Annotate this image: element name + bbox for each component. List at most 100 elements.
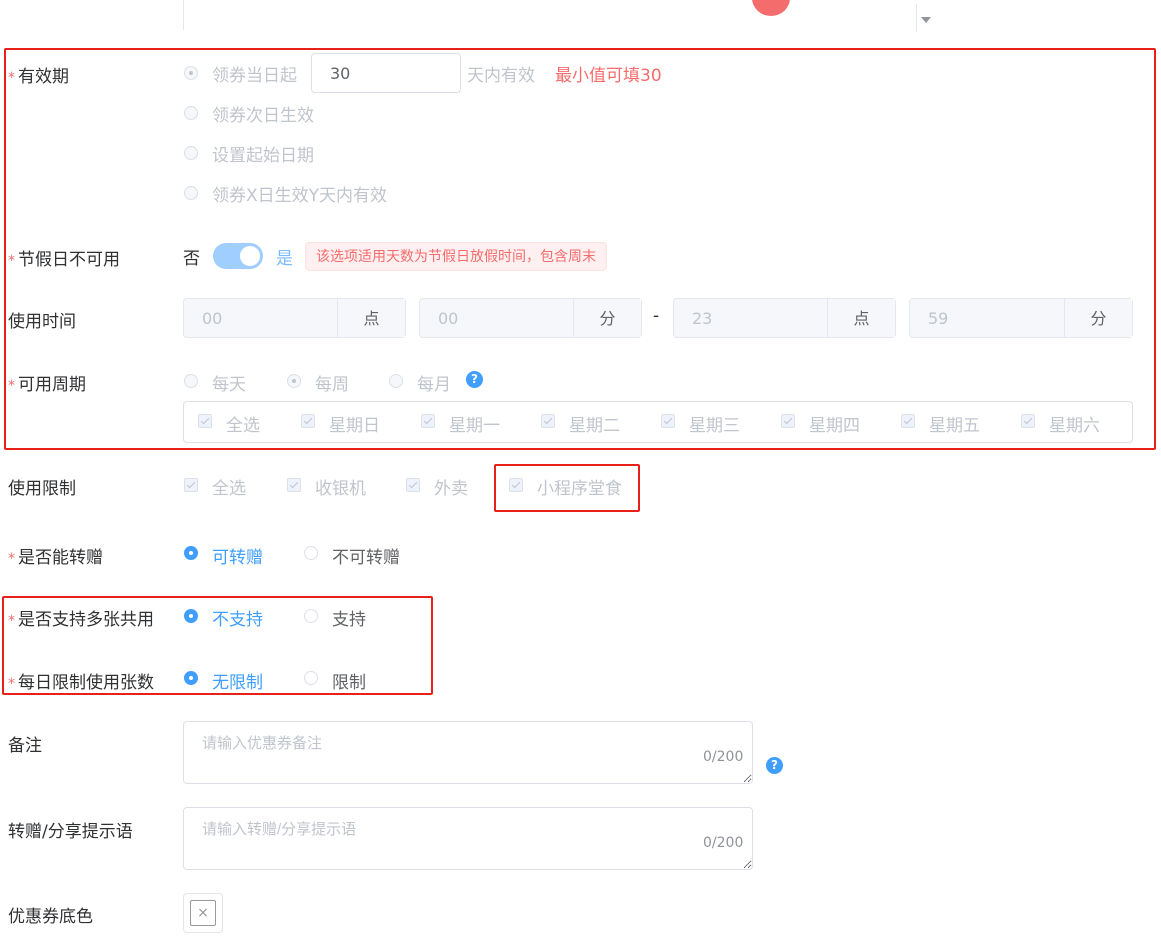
weekday-label: 星期四	[809, 416, 860, 436]
end-minute-input[interactable]: 59 分	[909, 298, 1133, 338]
weekday-label: 星期五	[929, 416, 980, 436]
required-mark: *	[8, 551, 15, 567]
select-divider	[916, 4, 917, 32]
minute-unit: 分	[1064, 299, 1132, 337]
validity-radio-x-y[interactable]	[184, 186, 198, 200]
time-separator: -	[653, 306, 660, 326]
transfer-label: * 是否能转赠	[8, 548, 103, 568]
use-time-label: 使用时间	[8, 312, 76, 332]
caret-down-icon[interactable]	[921, 17, 931, 23]
validity-option-label: 设置起始日期	[212, 146, 314, 166]
start-hour-value: 00	[202, 309, 223, 328]
start-hour-input[interactable]: 00 点	[183, 298, 406, 338]
end-hour-value: 23	[692, 309, 713, 328]
color-dot	[752, 0, 790, 16]
start-minute-value: 00	[438, 309, 459, 328]
usage-option-label: 收银机	[315, 479, 366, 499]
required-mark: *	[8, 676, 15, 692]
multi-use-label: * 是否支持多张共用	[8, 610, 154, 630]
validity-option-label: 领券当日起	[212, 66, 297, 86]
transfer-option-label: 不可转赠	[332, 548, 400, 568]
transfer-option-label: 可转赠	[212, 548, 263, 568]
validity-radio-next-day[interactable]	[184, 106, 198, 120]
period-radio-daily[interactable]	[184, 374, 198, 388]
minute-unit: 分	[573, 299, 641, 337]
weekday-checkbox[interactable]	[661, 414, 675, 428]
required-mark: *	[8, 70, 15, 86]
weekday-checkbox[interactable]	[198, 414, 212, 428]
validity-days-suffix: 天内有效	[467, 66, 535, 86]
share-tip-label: 转赠/分享提示语	[8, 822, 133, 842]
weekday-label: 星期二	[569, 416, 620, 436]
transfer-radio-no[interactable]	[304, 546, 318, 560]
weekday-checkbox[interactable]	[301, 414, 315, 428]
usage-limit-label: 使用限制	[8, 479, 76, 499]
bg-color-label: 优惠券底色	[8, 907, 93, 927]
share-tip-char-count: 0/200	[703, 835, 744, 851]
usage-option-label: 小程序堂食	[537, 479, 622, 499]
multi-use-radio-yes[interactable]	[304, 609, 318, 623]
remark-char-count: 0/200	[703, 749, 744, 765]
daily-limit-option-label: 限制	[332, 673, 366, 693]
end-minute-value: 59	[928, 309, 949, 328]
remark-label: 备注	[8, 736, 42, 756]
holiday-label: * 节假日不可用	[8, 250, 120, 270]
validity-radio-same-day[interactable]	[184, 66, 198, 80]
help-icon[interactable]: ?	[466, 371, 483, 388]
validity-days-value: 30	[330, 64, 351, 83]
usage-checkbox-takeout[interactable]	[406, 478, 420, 492]
hour-unit: 点	[827, 299, 895, 337]
start-minute-input[interactable]: 00 分	[419, 298, 642, 338]
daily-limit-label: * 每日限制使用张数	[8, 673, 154, 693]
validity-label: * 有效期	[8, 67, 69, 87]
period-option-label: 每周	[315, 375, 349, 395]
weekday-checkbox[interactable]	[781, 414, 795, 428]
validity-hint: 最小值可填30	[555, 66, 662, 86]
holiday-on-text: 是	[276, 249, 293, 269]
required-mark: *	[8, 378, 15, 394]
usage-checkbox-pos[interactable]	[287, 478, 301, 492]
holiday-tip-tag: 该选项适用天数为节假日放假时间，包含周末	[305, 242, 607, 271]
toggle-knob	[240, 246, 260, 266]
remark-textarea[interactable]	[183, 721, 753, 784]
period-option-label: 每天	[212, 375, 246, 395]
multi-use-option-label: 支持	[332, 610, 366, 630]
share-tip-textarea[interactable]	[183, 807, 753, 870]
weekday-checkbox[interactable]	[901, 414, 915, 428]
weekday-label: 星期一	[449, 416, 500, 436]
holiday-toggle[interactable]	[213, 243, 263, 269]
period-label: * 可用周期	[8, 375, 86, 395]
multi-use-option-label: 不支持	[212, 610, 263, 630]
required-mark: *	[8, 613, 15, 629]
help-icon[interactable]: ?	[766, 757, 783, 774]
required-mark: *	[8, 253, 15, 269]
weekday-label: 全选	[226, 416, 260, 436]
validity-days-input[interactable]: 30	[311, 53, 461, 93]
usage-checkbox-miniprogram[interactable]	[509, 478, 523, 492]
period-radio-monthly[interactable]	[389, 374, 403, 388]
weekday-label: 星期日	[329, 416, 380, 436]
validity-option-label: 领券X日生效Y天内有效	[212, 186, 388, 206]
hour-unit: 点	[337, 299, 405, 337]
color-picker[interactable]: ×	[183, 893, 223, 933]
daily-limit-radio-limited[interactable]	[304, 671, 318, 685]
period-radio-weekly[interactable]	[287, 374, 301, 388]
daily-limit-option-label: 无限制	[212, 673, 263, 693]
transfer-radio-yes[interactable]	[184, 546, 198, 560]
usage-option-label: 全选	[212, 479, 246, 499]
weekday-label: 星期三	[689, 416, 740, 436]
weekday-checkbox-group: 全选 星期日 星期一 星期二 星期三 星期四 星期五 星期六	[183, 401, 1133, 443]
clear-color-icon: ×	[190, 900, 216, 926]
weekday-checkbox[interactable]	[541, 414, 555, 428]
usage-option-label: 外卖	[434, 479, 468, 499]
weekday-label: 星期六	[1049, 416, 1100, 436]
divider-line	[183, 0, 184, 30]
weekday-checkbox[interactable]	[1021, 414, 1035, 428]
multi-use-radio-no[interactable]	[184, 609, 198, 623]
weekday-checkbox[interactable]	[421, 414, 435, 428]
usage-checkbox-all[interactable]	[184, 478, 198, 492]
validity-radio-start-date[interactable]	[184, 146, 198, 160]
end-hour-input[interactable]: 23 点	[673, 298, 896, 338]
validity-option-label: 领券次日生效	[212, 106, 314, 126]
daily-limit-radio-unlimited[interactable]	[184, 671, 198, 685]
